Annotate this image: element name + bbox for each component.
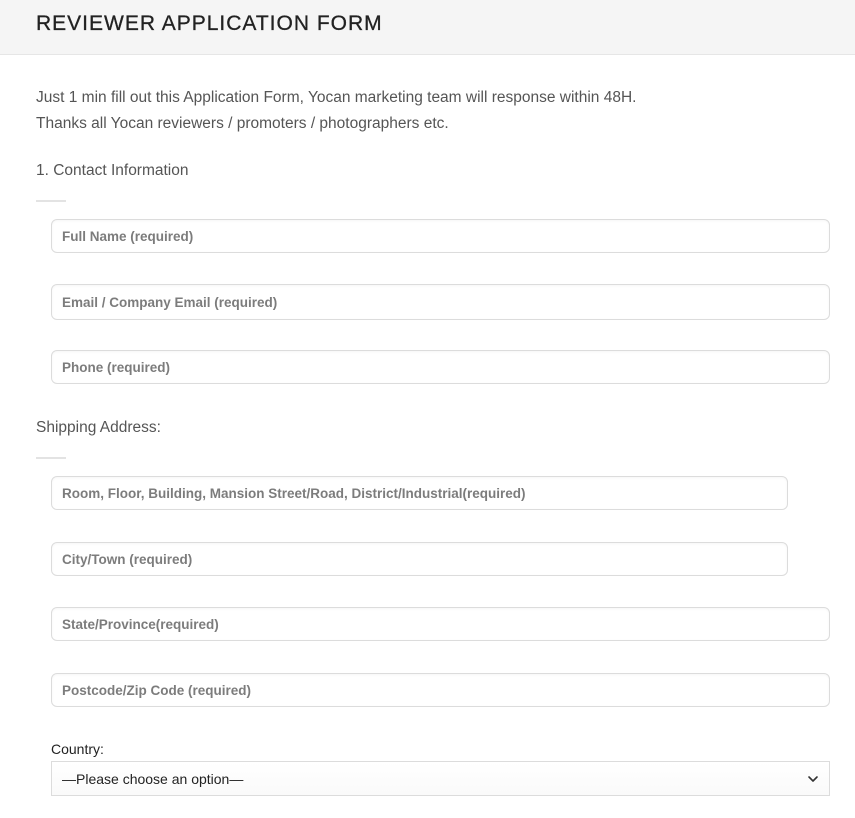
state-field[interactable] xyxy=(51,607,830,641)
address-input[interactable] xyxy=(52,477,787,509)
shipping-divider xyxy=(36,457,66,459)
intro-line-1: Just 1 min fill out this Application For… xyxy=(36,89,637,106)
form-header: REVIEWER APPLICATION FORM xyxy=(0,0,855,55)
phone-field[interactable] xyxy=(51,350,830,384)
email-field[interactable] xyxy=(51,284,830,320)
postcode-input[interactable] xyxy=(52,674,829,706)
address-field[interactable] xyxy=(51,476,788,510)
full-name-field[interactable] xyxy=(51,219,830,253)
contact-divider xyxy=(36,200,66,202)
contact-section-title: 1. Contact Information xyxy=(36,162,189,179)
country-selected-value: —Please choose an option— xyxy=(62,771,244,787)
postcode-field[interactable] xyxy=(51,673,830,707)
email-input[interactable] xyxy=(52,285,829,319)
shipping-section-title: Shipping Address: xyxy=(36,419,161,436)
chevron-down-icon xyxy=(807,772,819,784)
country-select[interactable]: —Please choose an option— xyxy=(51,761,830,796)
city-input[interactable] xyxy=(52,543,787,575)
full-name-input[interactable] xyxy=(52,220,829,252)
intro-line-2: Thanks all Yocan reviewers / promoters /… xyxy=(36,115,449,132)
city-field[interactable] xyxy=(51,542,788,576)
page-title: REVIEWER APPLICATION FORM xyxy=(36,12,383,35)
state-input[interactable] xyxy=(52,608,829,640)
phone-input[interactable] xyxy=(52,351,829,383)
country-label: Country: xyxy=(51,741,104,757)
